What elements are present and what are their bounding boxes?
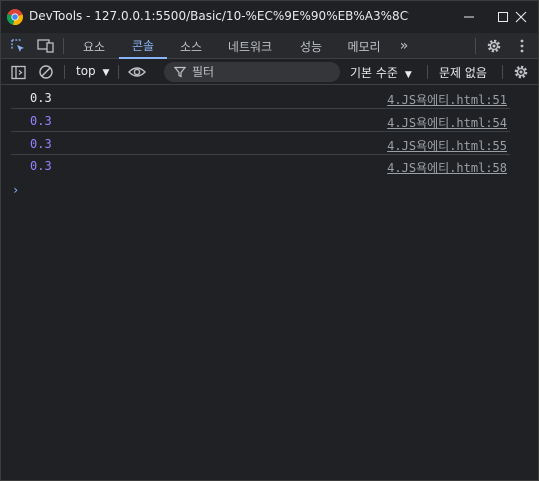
log-value: 0.3 xyxy=(30,91,52,105)
tab-console[interactable]: 콘솔 xyxy=(119,33,167,59)
chevron-down-icon: ▼ xyxy=(404,70,412,80)
log-value: 0.3 xyxy=(30,137,52,151)
toolbar-divider xyxy=(64,65,65,79)
device-toolbar-button[interactable] xyxy=(36,36,56,56)
minimize-button[interactable] xyxy=(452,1,486,33)
source-link[interactable]: 4.JS욕에티.html:55 xyxy=(387,137,507,154)
more-tabs-button[interactable]: » xyxy=(394,33,414,59)
log-value: 0.3 xyxy=(30,159,52,173)
console-message: 0.3 4.JS욕에티.html:51 xyxy=(1,87,538,109)
console-message: 0.3 4.JS욕에티.html:55 xyxy=(1,133,538,155)
toolbar-divider xyxy=(118,65,119,79)
gear-icon xyxy=(487,39,501,53)
console-settings-button[interactable] xyxy=(511,62,531,82)
filter-icon xyxy=(174,66,186,78)
sidebar-icon xyxy=(10,65,26,79)
toolbar-divider xyxy=(502,65,503,79)
window-title: DevTools - 127.0.0.1:5500/Basic/10-%EC%9… xyxy=(29,9,409,23)
toolbar-divider xyxy=(427,65,428,79)
log-value: 0.3 xyxy=(30,114,52,128)
log-level-label: 기본 수준 xyxy=(350,66,398,80)
eye-icon xyxy=(128,67,146,77)
settings-button[interactable] xyxy=(484,36,504,56)
devtools-window: DevTools - 127.0.0.1:5500/Basic/10-%EC%9… xyxy=(0,0,539,481)
context-selector-label: top xyxy=(76,64,96,78)
issues-counter[interactable]: 문제 없음 xyxy=(439,64,487,81)
filter-field[interactable] xyxy=(164,62,340,82)
inspect-element-button[interactable] xyxy=(8,36,28,56)
console-message: 0.3 4.JS욕에티.html:58 xyxy=(1,155,538,177)
source-link[interactable]: 4.JS욕에티.html:58 xyxy=(387,159,507,176)
source-link[interactable]: 4.JS욕에티.html:51 xyxy=(387,91,507,108)
console-message: 0.3 4.JS욕에티.html:54 xyxy=(1,110,538,132)
chrome-icon xyxy=(7,9,23,25)
tab-sources[interactable]: 소스 xyxy=(171,33,211,59)
panel-tab-bar: 요소 콘솔 소스 네트워크 성능 메모리 » xyxy=(1,33,538,59)
tab-network[interactable]: 네트워크 xyxy=(219,33,281,59)
row-divider xyxy=(11,108,510,109)
clear-console-button[interactable] xyxy=(36,62,56,82)
toolbar-divider xyxy=(475,38,476,54)
show-sidebar-button[interactable] xyxy=(8,62,28,82)
filter-input[interactable] xyxy=(192,64,332,80)
context-selector[interactable]: top ▼ xyxy=(76,64,109,78)
log-level-dropdown[interactable]: 기본 수준 ▼ xyxy=(350,64,412,81)
kebab-menu-icon xyxy=(520,39,524,53)
tab-elements[interactable]: 요소 xyxy=(74,33,114,59)
source-link[interactable]: 4.JS욕에티.html:54 xyxy=(387,114,507,131)
console-messages: 0.3 4.JS욕에티.html:51 0.3 4.JS욕에티.html:54 … xyxy=(1,87,538,480)
tab-memory[interactable]: 메모리 xyxy=(339,33,389,59)
console-prompt[interactable]: › xyxy=(12,183,19,197)
tab-performance[interactable]: 성능 xyxy=(291,33,331,59)
gear-icon xyxy=(514,65,528,79)
more-options-button[interactable] xyxy=(512,36,532,56)
console-toolbar: top ▼ 기본 수준 ▼ 문제 없음 xyxy=(1,60,538,85)
toolbar-divider xyxy=(63,38,64,54)
live-expression-button[interactable] xyxy=(127,62,147,82)
close-window-button[interactable] xyxy=(504,1,538,33)
title-bar: DevTools - 127.0.0.1:5500/Basic/10-%EC%9… xyxy=(1,1,538,33)
device-icon xyxy=(37,39,54,53)
inspect-icon xyxy=(11,39,24,52)
row-divider xyxy=(11,131,510,132)
close-icon xyxy=(515,11,527,23)
block-icon xyxy=(39,65,53,79)
minimize-icon xyxy=(464,16,474,18)
chevron-down-icon: ▼ xyxy=(102,68,110,78)
